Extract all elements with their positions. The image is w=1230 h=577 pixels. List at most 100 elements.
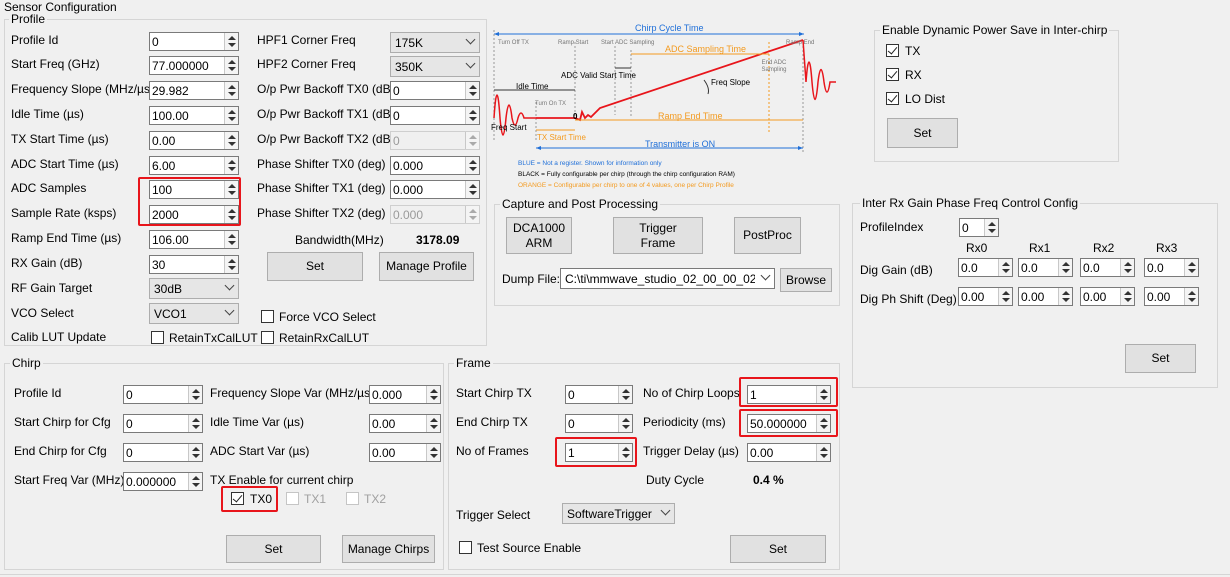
idle-time-input[interactable]: 100.00 [149,106,239,125]
spin-arrows-icon[interactable] [426,386,440,403]
profile-set-button[interactable]: Set [267,252,363,281]
spin-arrows-icon[interactable] [426,444,440,461]
retain-rx-cal-checkbox[interactable] [261,331,274,344]
manage-chirps-button[interactable]: Manage Chirps [342,535,435,563]
start-freq-input[interactable]: 77.000000 [149,56,239,75]
start-freq-label: Start Freq (GHz) [11,57,100,71]
dig-phase-rx1-input[interactable]: 0.00 [1018,287,1073,306]
dig-gain-rx0-input[interactable]: 0.0 [958,258,1013,277]
end-chirp-tx-input[interactable]: 0 [565,414,633,433]
spin-arrows-icon[interactable] [426,415,440,432]
chirp-set-button[interactable]: Set [226,535,321,563]
idle-time-var-input[interactable]: 0.00 [369,414,441,433]
adc-start-time-input[interactable]: 6.00 [149,156,239,175]
start-freq-var-input[interactable]: 0.000000 [123,472,203,491]
dig-gain-rx2-input[interactable]: 0.0 [1080,258,1135,277]
pwr-backoff-tx0-input[interactable]: 0 [390,81,480,100]
ramp-end-time-input[interactable]: 106.00 [149,230,239,249]
postproc-button[interactable]: PostProc [734,217,801,254]
force-vco-checkbox[interactable] [261,310,274,323]
spin-arrows-icon[interactable] [1058,288,1072,305]
tx1-checkbox[interactable] [286,492,299,505]
spin-arrows-icon[interactable] [188,444,202,461]
spin-arrows-icon[interactable] [224,132,238,149]
spin-arrows-icon[interactable] [224,256,238,273]
chevron-down-icon [224,305,235,316]
freq-slope-input[interactable]: 29.982 [149,81,239,100]
hpf2-select[interactable]: 350K [390,56,480,77]
spin-arrows-icon[interactable] [998,288,1012,305]
tx-start-time-input[interactable]: 0.00 [149,131,239,150]
retain-tx-cal-checkbox[interactable] [151,331,164,344]
spin-arrows-icon[interactable] [224,107,238,124]
pwr-backoff-tx1-input[interactable]: 0 [390,106,480,125]
hpf1-select[interactable]: 175K [390,32,480,53]
spin-arrows-icon[interactable] [618,415,632,432]
phase-tx0-input[interactable]: 0.000 [390,156,480,175]
ps-set-button[interactable]: Set [887,118,958,148]
profile-index-input[interactable]: 0 [959,218,999,237]
rx-gain-input[interactable]: 30 [149,255,239,274]
ps-rx-checkbox[interactable] [886,68,899,81]
end-chirp-input[interactable]: 0 [123,443,203,462]
rf-gain-target-select[interactable]: 30dB [149,278,239,299]
vco-select-select[interactable]: VCO1 [149,303,239,324]
spin-arrows-icon[interactable] [465,157,479,174]
start-chirp-input[interactable]: 0 [123,414,203,433]
spin-arrows-icon[interactable] [618,386,632,403]
spin-arrows-icon[interactable] [465,206,479,223]
start-chirp-tx-input[interactable]: 0 [565,385,633,404]
inter-rx-set-button[interactable]: Set [1125,344,1196,373]
test-source-checkbox[interactable] [459,541,472,554]
browse-button[interactable]: Browse [780,268,832,292]
trigger-select-select[interactable]: SoftwareTrigger [562,503,675,524]
manage-profile-button[interactable]: Manage Profile [379,252,474,281]
frame-set-button[interactable]: Set [730,535,826,563]
spin-arrows-icon[interactable] [1120,288,1134,305]
spin-arrows-icon[interactable] [465,181,479,198]
spin-arrows-icon[interactable] [816,444,830,461]
spin-arrows-icon[interactable] [188,415,202,432]
pwr-backoff-tx2-input[interactable]: 0 [390,131,480,150]
dig-phase-rx3-input[interactable]: 0.00 [1144,287,1199,306]
trigger-select-label: Trigger Select [456,508,531,522]
dig-gain-rx3-input[interactable]: 0.0 [1144,258,1199,277]
tx2-checkbox[interactable] [346,492,359,505]
spin-arrows-icon[interactable] [1184,288,1198,305]
profile-id-input[interactable]: 0 [149,32,239,51]
trigger-delay-input[interactable]: 0.00 [747,443,831,462]
trigger-frame-button[interactable]: Trigger Frame [613,217,703,254]
spin-arrows-icon[interactable] [224,157,238,174]
sample-rate-label: Sample Rate (ksps) [11,206,117,220]
dca1000-arm-button[interactable]: DCA1000 ARM [506,217,572,254]
dump-file-select[interactable]: C:\ti\mmwave_studio_02_00_00_02 [560,268,775,289]
spin-arrows-icon[interactable] [1120,259,1134,276]
spin-arrows-icon[interactable] [224,231,238,248]
dig-phase-rx2-input[interactable]: 0.00 [1080,287,1135,306]
ps-lo-dist-checkbox[interactable] [886,92,899,105]
chirp-profile-id-input[interactable]: 0 [123,385,203,404]
spin-arrows-icon[interactable] [1058,259,1072,276]
start-chirp-tx-label: Start Chirp TX [456,386,532,400]
spin-arrows-icon[interactable] [465,107,479,124]
spin-arrows-icon[interactable] [465,132,479,149]
phase-tx2-input[interactable]: 0.000 [390,205,480,224]
phase-tx1-input[interactable]: 0.000 [390,180,480,199]
idle-time-text: Idle Time [516,82,549,91]
spin-arrows-icon[interactable] [1184,259,1198,276]
pwr-backoff-tx1-label: O/p Pwr Backoff TX1 (dB) [257,107,395,121]
bandwidth-label: Bandwidth(MHz) [295,233,384,247]
dig-gain-rx1-input[interactable]: 0.0 [1018,258,1073,277]
adc-start-var-input[interactable]: 0.00 [369,443,441,462]
spin-arrows-icon[interactable] [224,82,238,99]
spin-arrows-icon[interactable] [224,57,238,74]
spin-arrows-icon[interactable] [998,259,1012,276]
spin-arrows-icon[interactable] [465,82,479,99]
spin-arrows-icon[interactable] [224,33,238,50]
freq-slope-var-input[interactable]: 0.000 [369,385,441,404]
spin-arrows-icon[interactable] [984,219,998,236]
spin-arrows-icon[interactable] [188,386,202,403]
dig-phase-rx0-input[interactable]: 0.00 [958,287,1013,306]
spin-arrows-icon[interactable] [188,473,202,490]
ps-tx-checkbox[interactable] [886,44,899,57]
